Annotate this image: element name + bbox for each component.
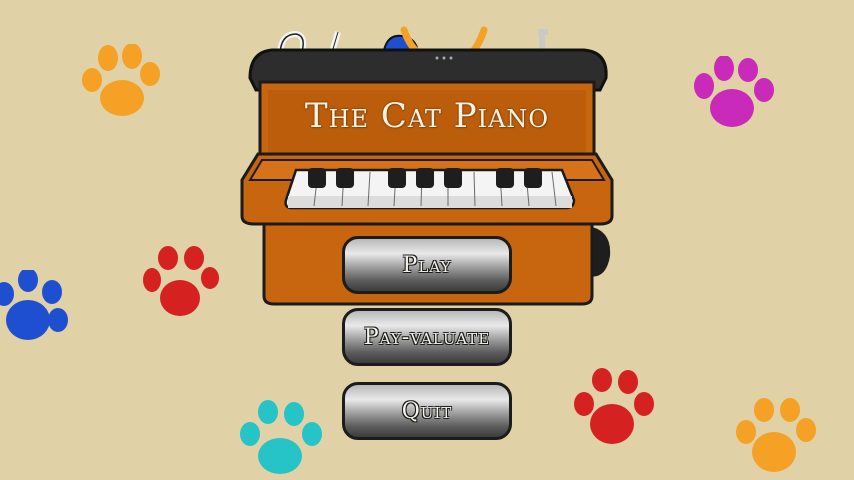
- play-button[interactable]: Play: [342, 236, 512, 294]
- main-menu-scene: The Cat Piano Play Pay-valuate Quit: [0, 0, 854, 480]
- quit-button[interactable]: Quit: [342, 382, 512, 440]
- game-title: The Cat Piano: [304, 96, 550, 136]
- payvaluate-button[interactable]: Pay-valuate: [342, 308, 512, 366]
